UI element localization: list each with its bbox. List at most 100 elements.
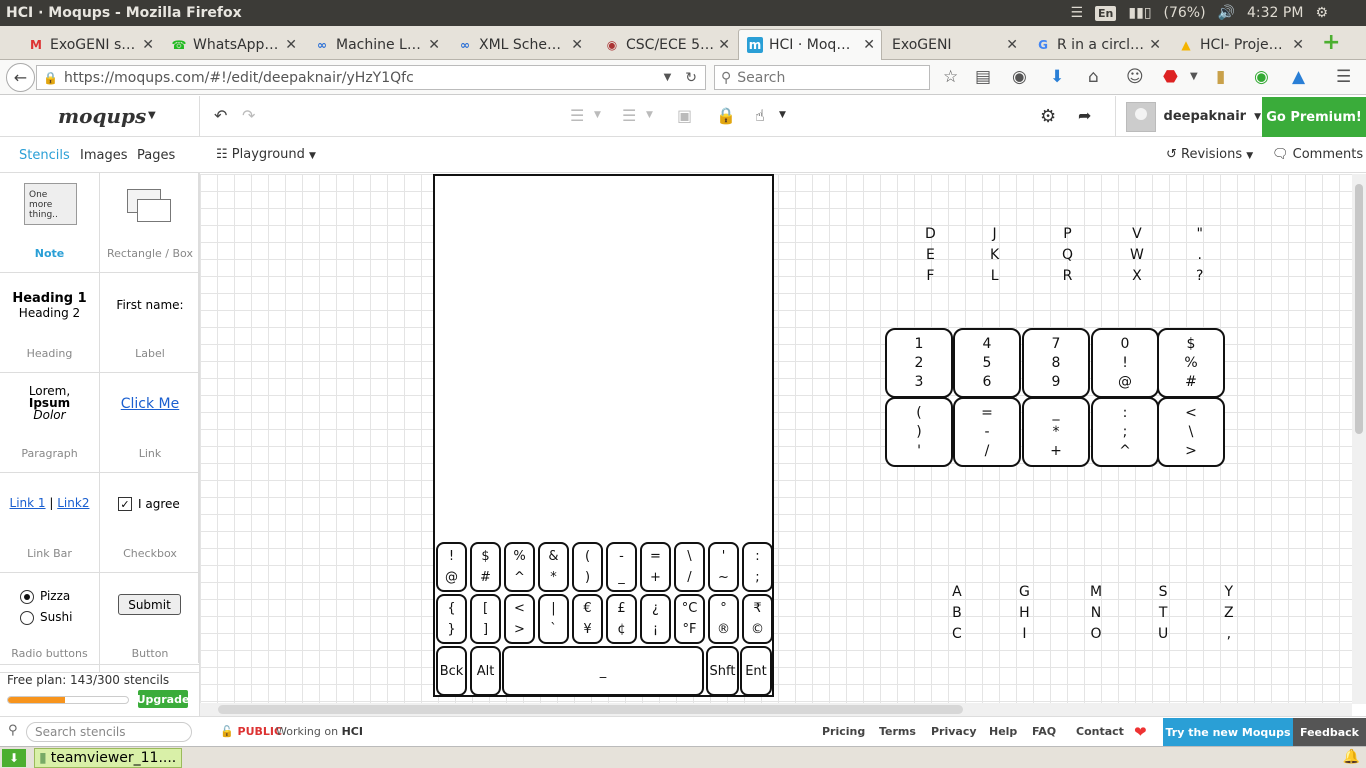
reading-list-icon[interactable]: ▤ xyxy=(975,67,991,87)
stencil-checkbox[interactable]: ✓ I agree Checkbox xyxy=(100,473,200,573)
public-badge[interactable]: 🔓 PUBLIC xyxy=(220,725,282,738)
moqups-logo[interactable]: moqups xyxy=(58,104,146,128)
stencil-rectangle[interactable]: Rectangle / Box xyxy=(100,173,200,273)
close-tab-icon[interactable]: ✕ xyxy=(428,37,440,53)
letter-group[interactable]: PQR xyxy=(1062,224,1073,287)
stencil-search-input[interactable]: Search stencils xyxy=(26,722,192,742)
group-icon[interactable]: ▣ xyxy=(677,106,692,125)
menu-icon[interactable]: ☰ xyxy=(1336,67,1351,87)
letter-group[interactable]: MNO xyxy=(1090,582,1102,645)
notification-icon[interactable]: 🔔 xyxy=(1343,749,1360,765)
phone-frame[interactable]: ! @ $ #% ^ & *() - _ = + \ / ' ~:;{}[] < > | ` € ¥ £ ¢ ¿ ¡ °C °F ° ®… xyxy=(433,174,774,697)
logo-dropdown-icon[interactable]: ▼ xyxy=(148,110,156,121)
align-icon[interactable]: ☰ xyxy=(570,106,584,125)
download-arrow-icon[interactable]: ⬇ xyxy=(2,749,26,767)
footer-link-help[interactable]: Help xyxy=(989,725,1017,738)
redo-icon[interactable]: ↷ xyxy=(242,106,255,125)
footer-link-contact[interactable]: Contact xyxy=(1076,725,1124,738)
keyboard-key[interactable]: % ^ xyxy=(504,542,535,592)
keyboard-key[interactable]: () xyxy=(572,542,603,592)
close-tab-icon[interactable]: ✕ xyxy=(571,37,583,53)
keyboard-layout-indicator[interactable]: En xyxy=(1095,5,1117,21)
letter-group[interactable]: JKL xyxy=(990,224,999,287)
keyboard-key[interactable]: ! @ xyxy=(436,542,467,592)
clock[interactable]: 4:32 PM xyxy=(1247,5,1303,21)
letter-group[interactable]: ".? xyxy=(1196,224,1203,287)
keyboard-key[interactable]: € ¥ xyxy=(572,594,603,644)
keyboard-key[interactable]: £ ¢ xyxy=(606,594,637,644)
volume-icon[interactable]: 🔊 xyxy=(1218,5,1235,21)
keyboard-key[interactable]: | ` xyxy=(538,594,569,644)
stencil-label[interactable]: First name: Label xyxy=(100,273,200,373)
browser-tab[interactable]: ☎ WhatsApp… ✕ xyxy=(163,29,303,60)
keyboard-key[interactable]: °C °F xyxy=(674,594,705,644)
close-tab-icon[interactable]: ✕ xyxy=(142,37,154,53)
close-tab-icon[interactable]: ✕ xyxy=(863,37,875,53)
keypad-key[interactable]: 1 2 3 xyxy=(885,328,953,398)
keyboard-key[interactable]: {} xyxy=(436,594,467,644)
vertical-scrollbar[interactable] xyxy=(1352,174,1366,704)
keypad-key[interactable]: :; ^ xyxy=(1091,397,1159,467)
letter-group[interactable]: GHI xyxy=(1019,582,1030,645)
url-dropdown-icon[interactable]: ▼ xyxy=(664,72,672,83)
try-new-moqups-button[interactable]: Try the new Moqups xyxy=(1163,718,1293,747)
chevron-down-icon[interactable]: ▼ xyxy=(1254,112,1261,122)
layers-icon[interactable]: ☰ xyxy=(622,106,636,125)
adblock-icon[interactable]: ⬣ xyxy=(1163,67,1178,87)
browser-tab[interactable]: ∞ Machine L… ✕ xyxy=(306,29,446,60)
feedback-button[interactable]: Feedback xyxy=(1293,718,1366,747)
stencil-link[interactable]: Click Me Link xyxy=(100,373,200,473)
close-tab-icon[interactable]: ✕ xyxy=(718,37,730,53)
keyboard-key-space[interactable]: _ xyxy=(502,646,704,696)
keyboard-key-ent[interactable]: Ent xyxy=(740,646,772,696)
horizontal-scrollbar[interactable] xyxy=(200,703,1352,716)
keyboard-key[interactable]: :; xyxy=(742,542,773,592)
browser-tab[interactable]: ◉ CSC/ECE 5… ✕ xyxy=(596,29,736,60)
bookmark-star-icon[interactable]: ☆ xyxy=(943,67,958,87)
browser-tab[interactable]: ExoGENI ✕ xyxy=(884,29,1024,60)
keyboard-key[interactable]: & * xyxy=(538,542,569,592)
revisions-menu[interactable]: ↺ Revisions ▼ xyxy=(1166,147,1253,162)
settings-icon[interactable]: ⚙ xyxy=(1315,5,1328,21)
share-icon[interactable]: ➦ xyxy=(1078,106,1091,125)
browser-tab[interactable]: GR in a circl… ✕ xyxy=(1027,29,1167,60)
pocket-icon[interactable]: ◉ xyxy=(1012,67,1027,87)
tab-stencils[interactable]: Stencils xyxy=(19,148,70,163)
keypad-key[interactable]: () ' xyxy=(885,397,953,467)
browser-tab-active[interactable]: m HCI · Moq… ✕ xyxy=(738,29,882,60)
stencil-radio-buttons[interactable]: Pizza Sushi Radio buttons xyxy=(0,573,100,673)
vertical-scroll-thumb[interactable] xyxy=(1355,184,1363,434)
keyboard-key-shft[interactable]: Shft xyxy=(706,646,739,696)
keyboard-key[interactable]: ₹ © xyxy=(742,594,773,644)
url-text[interactable]: https://moqups.com/#!/edit/deepaknair/yH… xyxy=(64,70,664,86)
keypad-key[interactable]: = - / xyxy=(953,397,1021,467)
keyboard-key[interactable]: [] xyxy=(470,594,501,644)
keyboard-key[interactable]: = + xyxy=(640,542,671,592)
align-dropdown-icon[interactable]: ▼ xyxy=(594,110,601,120)
comments-button[interactable]: 🗨 Comments xyxy=(1272,147,1363,162)
keypad-key[interactable]: < \ > xyxy=(1157,397,1225,467)
back-arrow-icon[interactable]: ← xyxy=(6,63,35,92)
extension-icon[interactable]: ◉ xyxy=(1254,67,1269,87)
footer-link-faq[interactable]: FAQ xyxy=(1032,725,1056,738)
letter-group[interactable]: ABC xyxy=(952,582,962,645)
url-bar[interactable]: 🔒 https://moqups.com/#!/edit/deepaknair/… xyxy=(36,65,706,90)
close-tab-icon[interactable]: ✕ xyxy=(1006,37,1018,53)
go-premium-button[interactable]: Go Premium! xyxy=(1262,97,1366,137)
footer-link-privacy[interactable]: Privacy xyxy=(931,725,977,738)
keyboard-key[interactable]: ° ® xyxy=(708,594,739,644)
home-icon[interactable]: ⌂ xyxy=(1088,67,1099,87)
keyboard-key[interactable]: ' ~ xyxy=(708,542,739,592)
close-tab-icon[interactable]: ✕ xyxy=(1149,37,1161,53)
letter-group[interactable]: STU xyxy=(1158,582,1168,645)
username[interactable]: deepaknair xyxy=(1164,109,1247,124)
keypad-key[interactable]: _ * + xyxy=(1022,397,1090,467)
battery-icon[interactable]: ▮▮▯ xyxy=(1128,5,1151,21)
letter-group[interactable]: YZ, xyxy=(1224,582,1234,645)
design-canvas[interactable]: ! @ $ #% ^ & *() - _ = + \ / ' ~:;{}[] < > | ` € ¥ £ ¢ ¿ ¡ °C °F ° ®… xyxy=(200,174,1352,704)
horizontal-scroll-thumb[interactable] xyxy=(218,705,963,714)
tab-images[interactable]: Images xyxy=(80,148,128,163)
stencil-note[interactable]: One more thing.. Note xyxy=(0,173,100,273)
tab-pages[interactable]: Pages xyxy=(137,148,175,163)
browser-tab[interactable]: M ExoGENI s… ✕ xyxy=(20,29,160,60)
